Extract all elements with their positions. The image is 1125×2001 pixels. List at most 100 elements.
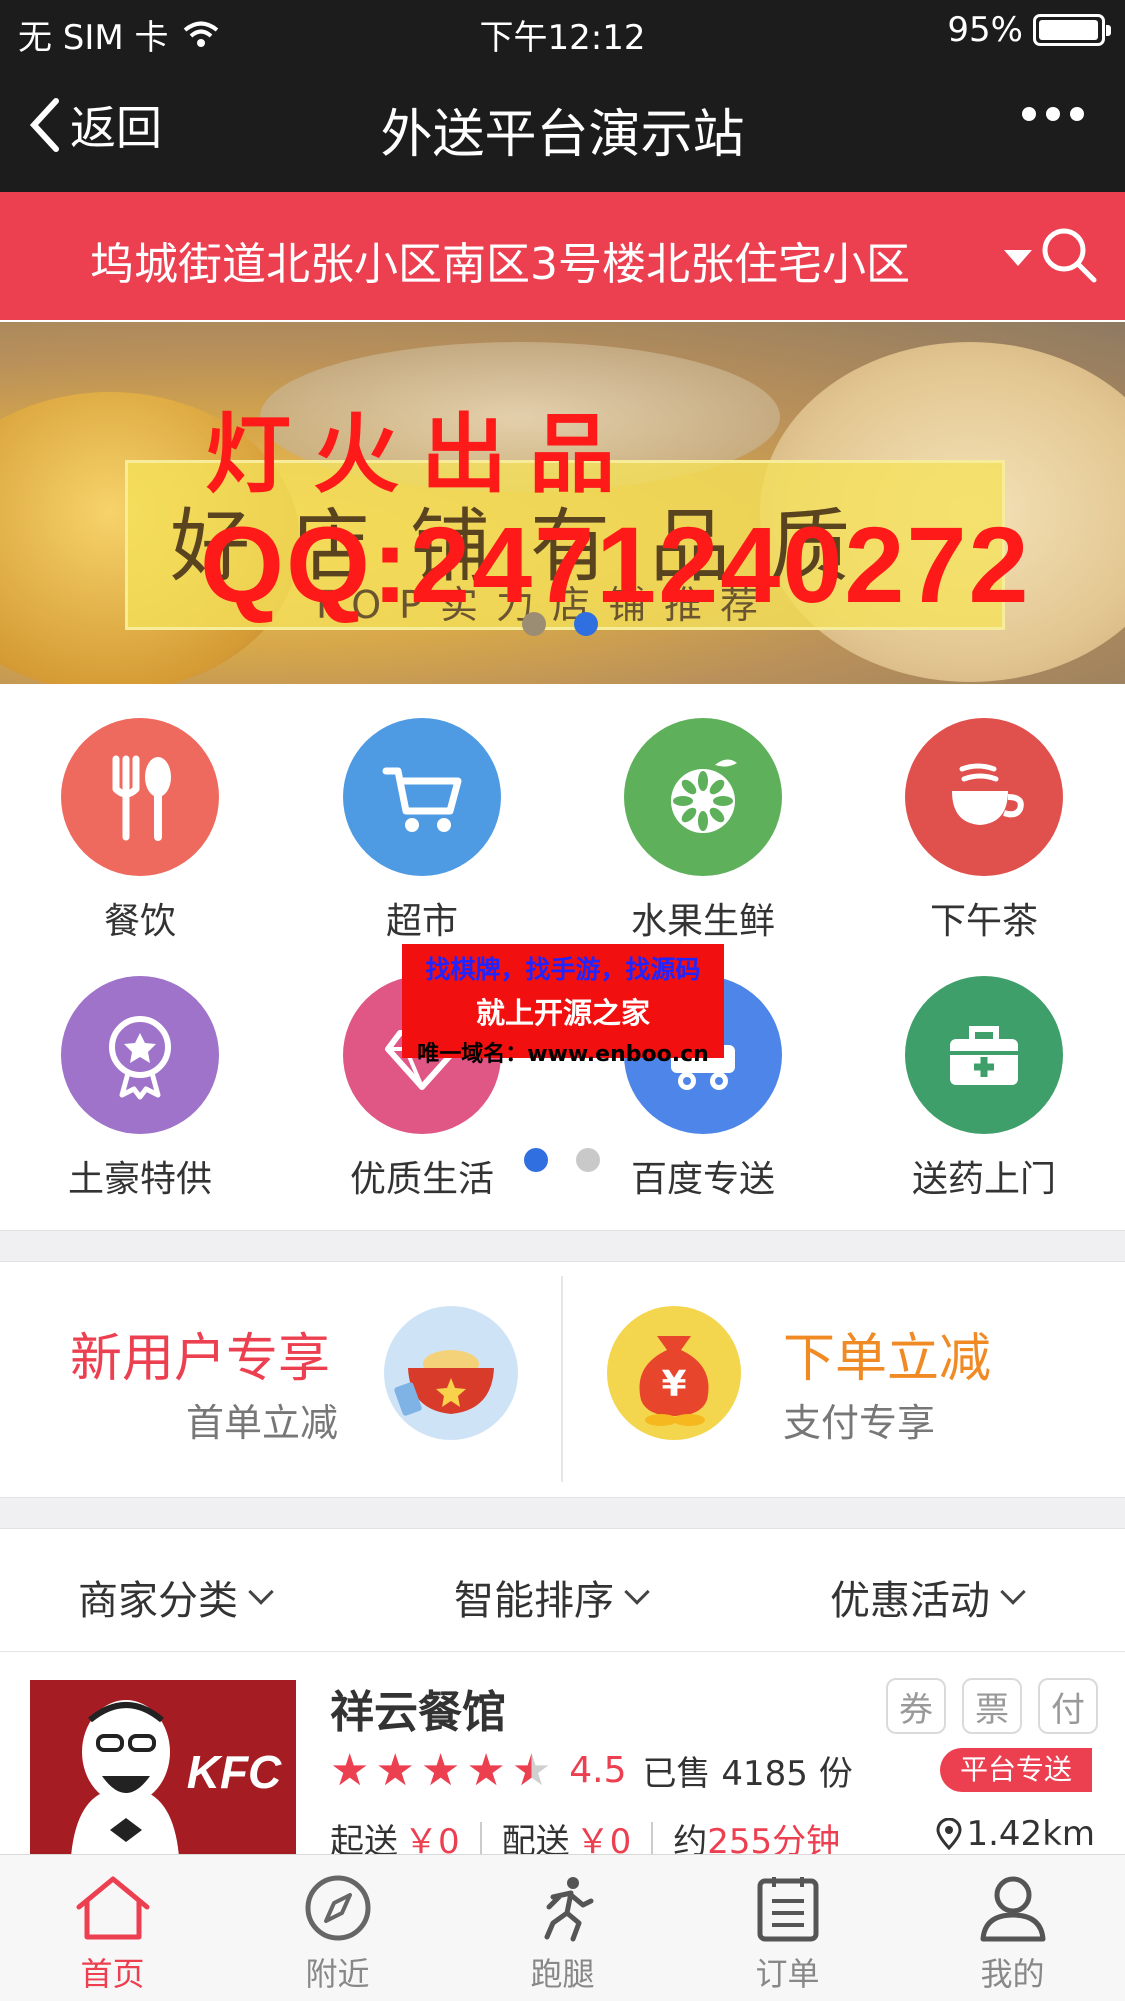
more-dots-icon — [1022, 107, 1084, 121]
chevron-down-icon — [248, 1579, 274, 1605]
category-dot-1[interactable] — [524, 1148, 548, 1172]
coupon-tag: 券 — [886, 1678, 946, 1734]
eta-prefix: 约 — [673, 1822, 708, 1854]
section-divider — [0, 1230, 1125, 1262]
tab-label: 首页 — [80, 1955, 145, 1993]
tab-orders[interactable]: 订单 — [675, 1855, 900, 2001]
shop-name: 祥云餐馆 — [330, 1687, 506, 1738]
category-label: 餐饮 — [103, 901, 176, 942]
shop-logo-text: KFC — [187, 1746, 282, 1798]
lime-slice-icon — [624, 718, 782, 876]
status-bar: 无 SIM 卡 下午12:12 95% — [0, 0, 1125, 62]
invoice-tag: 票 — [962, 1678, 1022, 1734]
category-dot-2[interactable] — [576, 1148, 600, 1172]
tab-bar: 首页 附近 跑腿 订单 我的 — [0, 1854, 1125, 2001]
status-right: 95% — [947, 10, 1111, 50]
platform-delivery-badge: 平台专送 — [940, 1748, 1093, 1792]
tab-mine[interactable]: 我的 — [900, 1855, 1125, 2001]
shop-rating: ★ ★ ★ ★ ★ 4.5 已售 4185 份 — [330, 1746, 853, 1795]
chevron-down-icon — [624, 1579, 650, 1605]
shopping-cart-icon — [343, 718, 501, 876]
star-icon: ★ — [420, 1744, 461, 1796]
category-pager — [524, 1148, 600, 1172]
category-label: 下午茶 — [929, 901, 1038, 942]
shop-list-item[interactable]: KFC 祥云餐馆 券 票 付 ★ ★ ★ ★ ★ 4.5 已售 4185 份 平… — [0, 1654, 1125, 1854]
tab-home[interactable]: 首页 — [0, 1855, 225, 2001]
banner-dot-1[interactable] — [522, 612, 546, 636]
filter-label: 智能排序 — [454, 1578, 614, 1624]
delivery-fee-label: 配送 — [501, 1822, 570, 1854]
shop-logo: KFC — [30, 1680, 296, 1854]
battery-icon — [1033, 14, 1111, 46]
user-icon — [980, 1876, 1045, 1942]
tab-label: 附近 — [305, 1955, 370, 1993]
gift-bowl-icon — [384, 1306, 518, 1440]
rating-score: 4.5 — [569, 1750, 627, 1791]
nav-bar: 返回 外送平台演示站 — [0, 62, 1125, 192]
section-divider — [0, 1497, 1125, 1529]
location-pin-icon — [936, 1818, 962, 1850]
shop-distance: 1.42km — [936, 1814, 1095, 1854]
svg-text:¥: ¥ — [661, 1364, 686, 1405]
category-label: 优质生活 — [349, 1159, 494, 1200]
divider — [651, 1821, 654, 1854]
watermark-qq: QQ:2471240272 — [200, 504, 1031, 625]
category-item[interactable]: 土豪特供 — [30, 976, 250, 1202]
filter-promotions[interactable]: 优惠活动 — [830, 1568, 1026, 1626]
category-item[interactable]: 超市 — [312, 718, 532, 944]
delivery-fee-value: ￥0 — [575, 1822, 632, 1854]
search-icon — [1042, 228, 1097, 283]
eta-value: 255分钟 — [707, 1822, 841, 1854]
tab-errand[interactable]: 跑腿 — [450, 1855, 675, 2001]
category-item[interactable]: 水果生鲜 — [593, 718, 813, 944]
star-icon: ★ — [330, 1744, 370, 1796]
more-button[interactable] — [1021, 104, 1085, 128]
search-button[interactable] — [1040, 226, 1098, 288]
new-user-promo[interactable]: 新用户专享 首单立减 — [0, 1262, 560, 1496]
tea-cup-icon — [905, 718, 1063, 876]
min-order-label: 起送 — [330, 1822, 398, 1854]
half-star-icon: ★ — [511, 1744, 552, 1796]
battery-percent: 95% — [947, 10, 1023, 50]
ad-line-2: 就上开源之家 — [475, 996, 650, 1030]
filter-category[interactable]: 商家分类 — [78, 1568, 274, 1626]
category-item[interactable]: 送药上门 — [874, 976, 1094, 1202]
home-icon — [76, 1876, 149, 1940]
category-label: 百度专送 — [630, 1159, 775, 1200]
address-selector[interactable]: 坞城街道北张小区南区3号楼北张住宅小区 — [90, 228, 910, 292]
filter-bar: 商家分类 智能排序 优惠活动 — [0, 1530, 1125, 1652]
promo-subtitle: 支付专享 — [783, 1401, 936, 1445]
promo-title: 新用户专享 — [70, 1329, 331, 1389]
page-title: 外送平台演示站 — [380, 105, 745, 165]
pay-tag: 付 — [1038, 1678, 1098, 1734]
runner-icon — [544, 1877, 593, 1942]
sold-count: 4185 — [721, 1754, 808, 1794]
banner-dot-2[interactable] — [574, 612, 598, 636]
medicine-kit-icon — [905, 976, 1063, 1134]
ad-overlay[interactable]: 找棋牌，找手游，找源码 就上开源之家 唯一域名：www.enboo.cn — [402, 944, 724, 1067]
category-label: 土豪特供 — [67, 1159, 212, 1200]
promo-banner[interactable]: 好店铺有品质 TOP实力店铺推荐 灯火出品 QQ:2471240272 — [0, 322, 1125, 684]
category-item[interactable]: 下午茶 — [874, 718, 1094, 944]
filter-label: 优惠活动 — [830, 1578, 990, 1624]
tab-nearby[interactable]: 附近 — [225, 1855, 450, 2001]
money-bag-icon: ¥ — [607, 1306, 741, 1440]
category-label: 送药上门 — [911, 1159, 1056, 1200]
category-item[interactable]: 餐饮 — [30, 718, 250, 944]
divider — [479, 1821, 482, 1854]
filter-sort[interactable]: 智能排序 — [454, 1568, 650, 1626]
min-order-value: ￥0 — [404, 1822, 460, 1854]
tab-label: 跑腿 — [530, 1955, 595, 1993]
caret-down-icon[interactable] — [1004, 250, 1032, 266]
star-icon: ★ — [375, 1744, 415, 1796]
banner-pager — [522, 612, 598, 636]
promo-subtitle: 首单立减 — [186, 1401, 339, 1445]
category-label: 超市 — [385, 901, 458, 942]
ad-line-1: 找棋牌，找手游，找源码 — [425, 955, 701, 984]
order-discount-promo[interactable]: ¥ 下单立减 支付专享 — [563, 1262, 1125, 1496]
shop-tags: 券 票 付 — [886, 1678, 1098, 1734]
tab-label: 订单 — [755, 1955, 820, 1993]
tab-label: 我的 — [980, 1955, 1045, 1993]
star-icon: ★ — [466, 1744, 506, 1796]
promo-section: 新用户专享 首单立减 ¥ 下单立减 支付专享 — [0, 1262, 1125, 1496]
